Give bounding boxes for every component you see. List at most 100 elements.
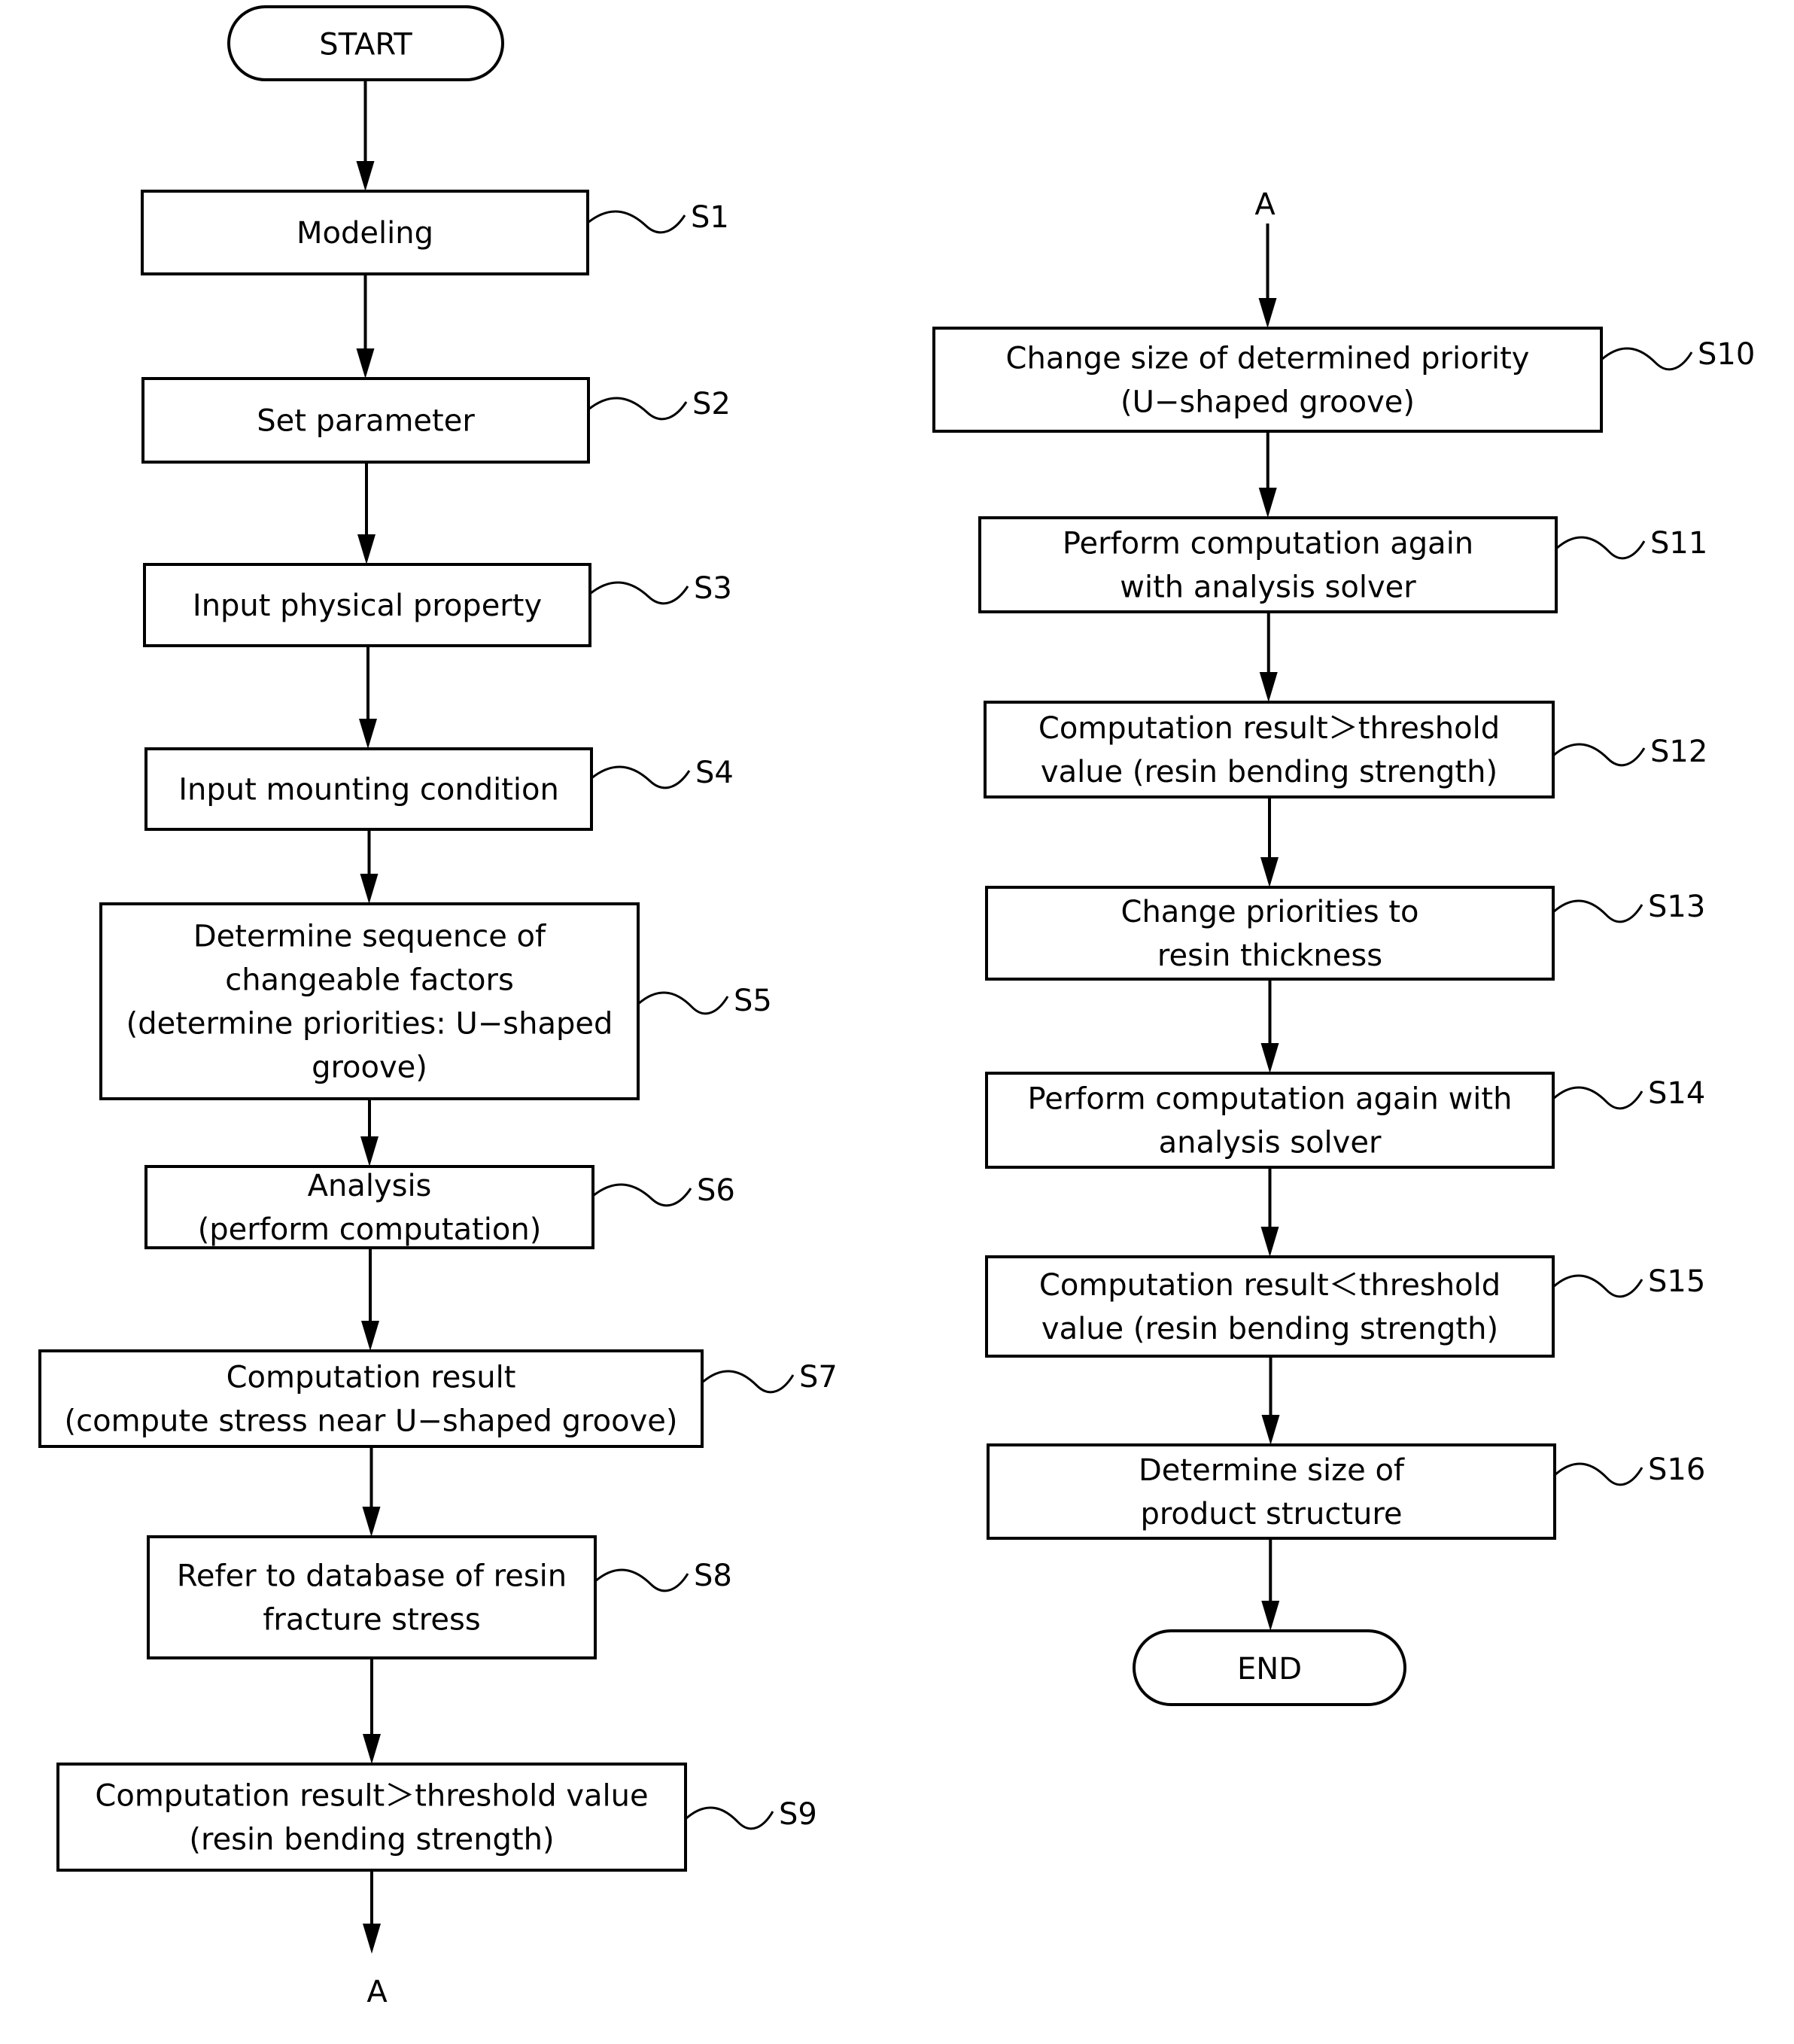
process-step-s14: Perform computation again with analysis s…: [985, 1072, 1705, 1169]
step-text-line: value (resin bending strength): [1041, 755, 1498, 789]
end-terminal: END: [1133, 1629, 1406, 1706]
step-text-line: value (resin bending strength): [1041, 1312, 1498, 1346]
step-text-line: Perform computation again: [1063, 527, 1473, 561]
step-text-line: Perform computation again with: [1028, 1082, 1513, 1117]
step-text-line: Computation result＜threshold: [1039, 1268, 1501, 1303]
step-text-line: Input mounting condition: [178, 773, 559, 808]
leader-squiggle: [587, 210, 686, 234]
edge-start-s1: [356, 80, 375, 191]
step-text-line: Computation result: [227, 1361, 516, 1395]
step-text-line: Computation result＞threshold value: [95, 1779, 648, 1814]
arrowhead-icon: [357, 534, 376, 564]
step-text-line: Set parameter: [257, 404, 475, 439]
leader-squiggle: [1601, 347, 1693, 371]
edge-s9-a1: [363, 1870, 381, 1954]
step-label: S9: [779, 1797, 817, 1832]
arrowhead-icon: [1260, 1227, 1279, 1257]
edge-s3-s4: [359, 646, 377, 749]
process-step-s3: Input physical property S3: [143, 563, 732, 647]
process-step-s8: Refer to database of resin fracture stres…: [147, 1535, 732, 1659]
leader-squiggle: [1552, 1086, 1643, 1110]
edge-s15-s16: [1261, 1356, 1280, 1445]
step-text-line: Determine sequence of: [193, 920, 546, 954]
process-step-s13: Change priorities to resin thickness S13: [985, 886, 1705, 981]
edge-s8-s9: [363, 1658, 381, 1764]
process-step-s5: Determine sequence of changeable factors (…: [99, 902, 772, 1100]
edge-a2-s10: [1258, 224, 1277, 328]
process-step-s12: Computation result＞threshold value (resin…: [984, 701, 1707, 798]
step-text-line: fracture stress: [263, 1603, 480, 1638]
arrowhead-icon: [359, 719, 377, 749]
arrowhead-icon: [1258, 488, 1277, 518]
step-text-line: Input physical property: [193, 589, 542, 623]
start-terminal: START: [227, 5, 504, 81]
leader-squiggle: [637, 991, 729, 1015]
edge-s11-s12: [1259, 612, 1278, 702]
step-label: S2: [692, 387, 731, 421]
flowchart: START END A A Modeling S1 Set parameter S2 Input…: [38, 5, 1755, 2009]
step-text-line: groove): [312, 1051, 427, 1085]
step-text-line: (compute stress near U−shaped groove): [65, 1404, 678, 1439]
process-step-s6: Analysis (perform computation) S6: [144, 1165, 735, 1249]
arrowhead-icon: [363, 1924, 381, 1954]
edge-s5-s6: [360, 1099, 379, 1166]
step-text-line: Change priorities to: [1121, 895, 1419, 929]
arrowhead-icon: [1259, 672, 1278, 702]
step-text-line: Computation result＞threshold: [1038, 711, 1500, 746]
leader-squiggle: [592, 1183, 692, 1207]
step-label: S14: [1648, 1076, 1705, 1111]
leader-squiggle: [1552, 743, 1646, 767]
step-text-line: with analysis solver: [1120, 570, 1416, 605]
connector-a-in: A: [1254, 187, 1276, 222]
step-label: S10: [1698, 337, 1755, 372]
leader-squiggle: [1555, 536, 1646, 560]
leader-squiggle: [594, 1568, 689, 1592]
step-label: S7: [799, 1360, 838, 1395]
edge-s13-s14: [1260, 979, 1279, 1073]
process-step-s2: Set parameter S2: [141, 377, 731, 464]
edge-s14-s15: [1260, 1167, 1279, 1257]
edge-s12-s13: [1260, 797, 1279, 887]
step-text-line: resin thickness: [1157, 938, 1382, 973]
edge-s7-s8: [362, 1446, 381, 1537]
leader-squiggle: [588, 397, 688, 421]
process-step-s7: Computation result (compute stress near U…: [38, 1349, 838, 1448]
step-text-line: Determine size of: [1139, 1453, 1405, 1488]
leader-squiggle: [701, 1370, 795, 1394]
step-label: S15: [1648, 1264, 1705, 1299]
step-text-line: Analysis: [308, 1169, 432, 1203]
leader-squiggle: [589, 581, 689, 605]
step-text-line: Refer to database of resin: [177, 1559, 567, 1594]
process-step-s4: Input mounting condition S4: [144, 747, 734, 831]
step-text-line: changeable factors: [225, 963, 514, 998]
step-label: S3: [694, 571, 732, 606]
arrowhead-icon: [361, 1321, 379, 1351]
arrowhead-icon: [362, 1507, 381, 1537]
end-terminal-label: END: [1237, 1652, 1302, 1687]
edge-s4-s5: [360, 829, 379, 904]
process-box: [147, 1535, 597, 1659]
arrowhead-icon: [360, 874, 379, 904]
edge-s16-end: [1261, 1538, 1280, 1631]
edge-s1-s2: [356, 274, 375, 379]
leader-squiggle: [1553, 1462, 1643, 1486]
step-text-line: Change size of determined priority: [1006, 342, 1530, 376]
step-text-line: (resin bending strength): [189, 1823, 554, 1857]
step-label: S8: [694, 1559, 732, 1593]
step-text-line: analysis solver: [1159, 1126, 1382, 1160]
step-text-line: product structure: [1140, 1497, 1402, 1531]
arrowhead-icon: [1260, 857, 1279, 887]
nodes: START END A A Modeling S1 Set parameter S2 Input…: [38, 5, 1755, 2009]
step-text-line: (determine priorities: U−shaped: [126, 1007, 613, 1042]
step-text-line: (U−shaped groove): [1120, 385, 1415, 420]
step-text-line: (perform computation): [198, 1212, 542, 1247]
step-label: S4: [695, 756, 734, 790]
process-step-s1: Modeling S1: [141, 190, 729, 275]
process-step-s10: Change size of determined priority (U−sha…: [932, 327, 1755, 433]
step-label: S13: [1648, 890, 1705, 924]
step-label: S5: [734, 984, 772, 1018]
arrowhead-icon: [356, 348, 375, 379]
leader-squiggle: [684, 1806, 774, 1830]
process-step-s11: Perform computation again with analysis s…: [978, 516, 1707, 613]
step-label: S1: [691, 200, 729, 235]
